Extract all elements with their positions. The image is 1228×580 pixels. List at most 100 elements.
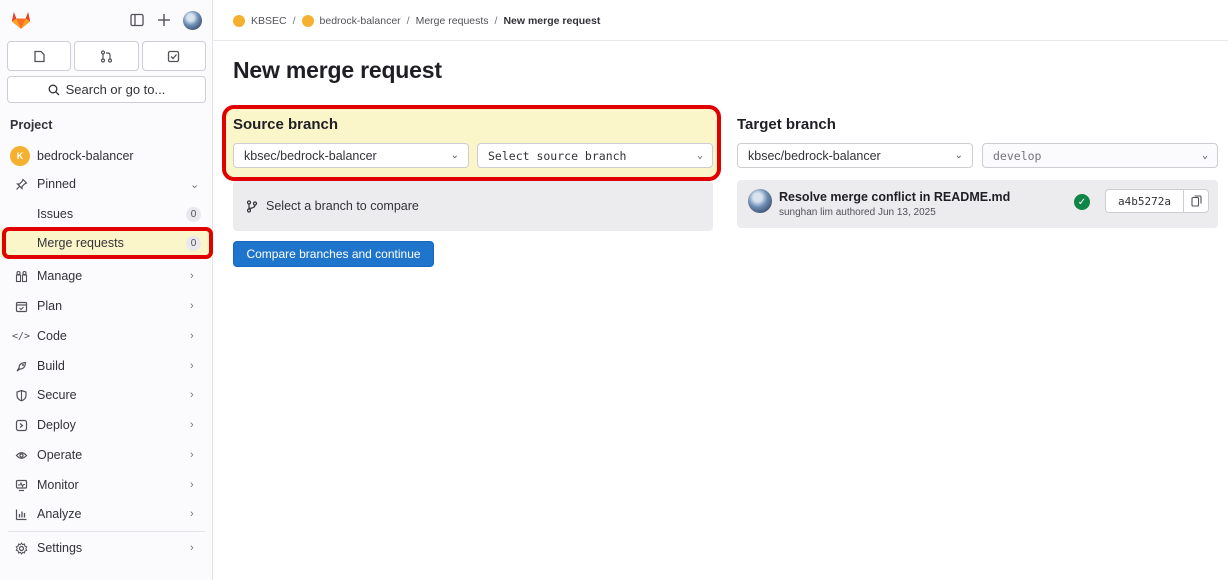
sidebar-item-code[interactable]: </> Code › [0,322,213,350]
sidebar-item-label: Monitor [37,478,79,492]
chevron-down-icon: ⌄ [954,150,963,161]
chevron-down-icon: ⌄ [696,150,703,161]
source-branch-select[interactable]: Select source branch ⌄ [477,143,713,168]
page-title: New merge request [233,57,442,83]
source-project-value: kbsec/bedrock-balancer [244,148,377,163]
issues-icon [34,50,45,62]
chevron-right-icon: › [190,330,194,342]
sidebar-item-label: Operate [37,448,83,462]
commit-authored-date: authored Jun 13, 2025 [835,207,936,218]
todo-shortcut-button[interactable] [141,41,206,71]
shortcut-buttons [7,41,206,71]
operate-icon [13,447,29,463]
sidebar-toggle-icon[interactable] [128,11,146,29]
commit-title[interactable]: Resolve merge conflict in README.md [779,190,1010,204]
plus-icon[interactable] [155,11,173,29]
sidebar: Search or go to... Project K bedrock-bal… [0,0,213,580]
branch-icon [246,199,258,213]
chevron-down-icon: ⌄ [450,150,459,161]
chevron-right-icon: › [190,419,194,431]
latest-commit-box: Resolve merge conflict in README.md sung… [737,180,1218,228]
sidebar-item-analyze[interactable]: Analyze › [0,500,213,528]
deploy-icon [13,417,29,433]
chevron-right-icon: › [190,270,194,282]
source-branch-title: Source branch [233,116,339,133]
analyze-icon [13,506,29,522]
count-badge: 0 [186,206,201,222]
sidebar-item-settings[interactable]: Settings › [0,534,213,562]
sidebar-item-label: Settings [37,541,83,555]
compare-hint-box: Select a branch to compare [233,181,713,231]
target-project-value: kbsec/bedrock-balancer [748,148,881,163]
target-project-select[interactable]: kbsec/bedrock-balancer ⌄ [737,143,973,168]
header-divider [213,40,1228,41]
chevron-right-icon: › [190,479,194,491]
monitor-icon [13,477,29,493]
sidebar-item-secure[interactable]: Secure › [0,381,213,409]
sidebar-item-issues[interactable]: Issues 0 [0,200,213,228]
sidebar-item-plan[interactable]: Plan › [0,292,213,320]
target-branch-select[interactable]: develop ⌄ [982,143,1218,168]
chevron-right-icon: › [190,508,194,520]
breadcrumb-project-link[interactable]: bedrock-balancer [320,15,401,27]
commit-meta: sunghan lim authored Jun 13, 2025 [779,207,936,218]
merge-request-icon [100,49,113,63]
search-button[interactable]: Search or go to... [7,76,206,103]
sidebar-item-label: Plan [37,299,63,313]
chevron-down-icon: ⌄ [190,178,200,191]
commit-author[interactable]: sunghan lim [779,207,833,218]
compare-hint-text: Select a branch to compare [266,199,419,213]
chevron-down-icon: ⌄ [1201,150,1208,161]
sidebar-item-label: Build [37,359,65,373]
group-avatar [233,15,245,27]
project-avatar: K [10,146,30,166]
sidebar-item-manage[interactable]: Manage › [0,262,213,290]
breadcrumb-separator: / [494,15,498,27]
breadcrumb-separator: / [292,15,296,27]
search-label: Search or go to... [65,82,166,97]
breadcrumb-section-link[interactable]: Merge requests [416,15,489,27]
pipeline-success-icon[interactable]: ✓ [1074,194,1090,210]
pinned-label: Pinned [37,177,76,191]
merge-requests-shortcut-button[interactable] [74,41,139,71]
sidebar-item-operate[interactable]: Operate › [0,441,213,469]
chevron-right-icon: › [190,360,194,372]
commit-sha-group: a4b5272a [1105,189,1209,213]
sidebar-item-label: Code [37,329,67,343]
sidebar-divider [8,531,205,532]
gear-icon [13,540,29,556]
commit-sha[interactable]: a4b5272a [1106,190,1184,212]
copy-sha-button[interactable] [1184,190,1208,212]
chevron-right-icon: › [190,449,194,461]
sidebar-item-label: Manage [37,269,83,283]
sidebar-item-label: Analyze [37,507,82,521]
code-icon: </> [11,330,31,342]
issues-shortcut-button[interactable] [7,41,72,71]
breadcrumb-current[interactable]: New merge request [503,15,600,27]
commit-author-avatar[interactable] [748,189,772,213]
project-avatar [301,15,314,27]
user-avatar[interactable] [183,11,202,30]
sidebar-item-monitor[interactable]: Monitor › [0,471,213,499]
breadcrumb-group-link[interactable]: KBSEC [251,15,287,27]
breadcrumb-separator: / [406,15,410,27]
pin-icon [13,176,29,192]
todo-icon [168,50,180,62]
sidebar-item-deploy[interactable]: Deploy › [0,411,213,439]
sidebar-item-build[interactable]: Build › [0,352,213,380]
target-branch-title: Target branch [737,116,836,133]
gitlab-logo-icon[interactable] [10,9,32,31]
manage-icon [13,268,29,284]
compare-branches-button[interactable]: Compare branches and continue [233,241,434,267]
chevron-right-icon: › [190,542,194,554]
section-label-project: Project [10,118,53,132]
shield-icon [13,387,29,403]
project-name: bedrock-balancer [37,149,134,163]
search-icon [48,84,60,95]
sidebar-item-pinned[interactable]: Pinned ⌄ [0,170,213,198]
sidebar-item-label: Secure [37,388,77,402]
sidebar-item-label: Issues [37,207,74,221]
source-project-select[interactable]: kbsec/bedrock-balancer ⌄ [233,143,469,168]
sidebar-project-item[interactable]: K bedrock-balancer [0,142,213,170]
chevron-right-icon: › [190,389,194,401]
